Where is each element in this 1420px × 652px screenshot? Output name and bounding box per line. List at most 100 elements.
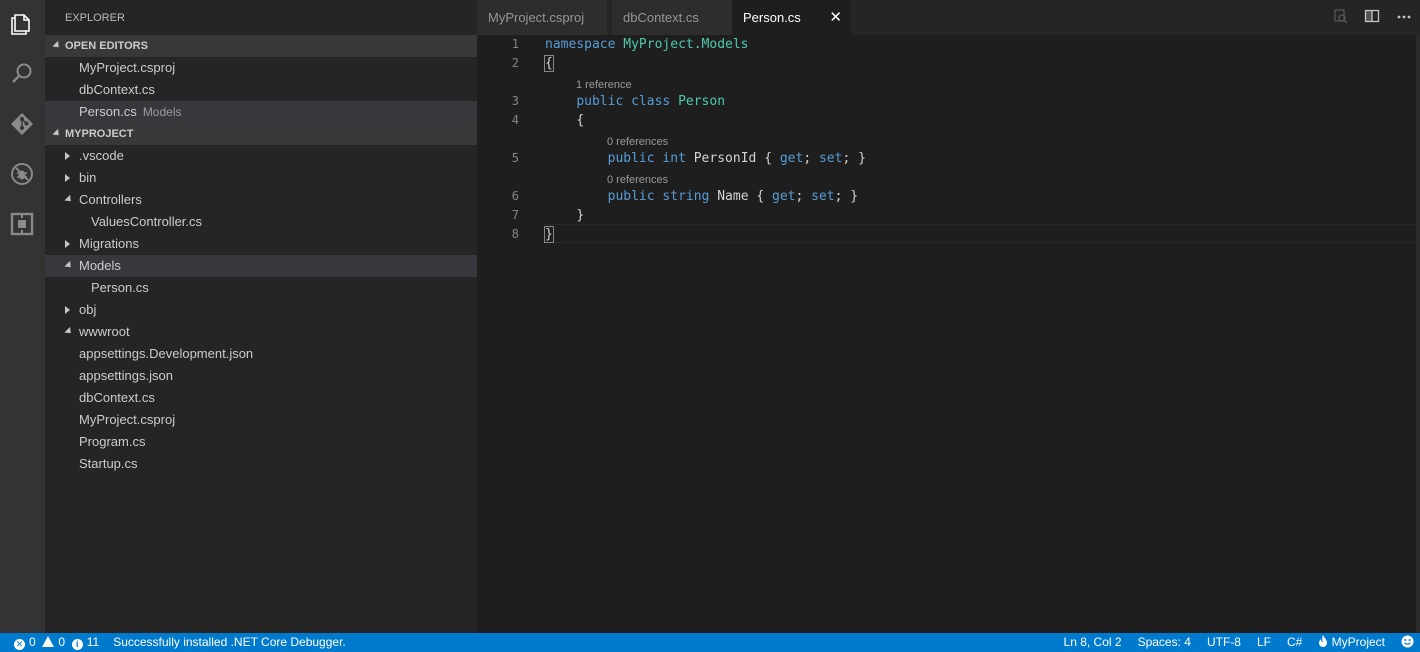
cursor-position[interactable]: Ln 8, Col 2	[1064, 633, 1122, 652]
keyword-token: public	[607, 151, 655, 166]
extensions-icon[interactable]	[6, 208, 38, 240]
explorer-icon[interactable]	[6, 8, 38, 40]
feedback-smiley-icon[interactable]	[1401, 633, 1414, 652]
tree-label: Controllers	[79, 192, 142, 207]
current-line-highlight	[545, 224, 1416, 243]
open-editors-label: OPEN EDITORS	[65, 40, 148, 52]
tab-myproject-csproj[interactable]: MyProject.csproj	[477, 0, 607, 35]
line-number: 4	[511, 113, 519, 127]
tree-folder[interactable]: .vscode	[45, 145, 477, 167]
codelens-references[interactable]: 0 references	[607, 174, 668, 186]
flame-icon	[1319, 635, 1328, 647]
error-count: 0	[29, 635, 36, 649]
editor-actions	[1324, 0, 1420, 35]
chevron-right-icon	[65, 240, 70, 248]
close-icon[interactable]: ✕	[829, 0, 842, 36]
punct-token: ;	[842, 151, 851, 166]
tab-label: MyProject.csproj	[488, 10, 585, 25]
tab-dbcontext[interactable]: dbContext.cs	[612, 0, 732, 35]
tree-label: bin	[79, 170, 97, 185]
open-editor-item[interactable]: dbContext.cs	[45, 79, 477, 101]
activity-bar	[0, 0, 45, 633]
tree-file[interactable]: ValuesController.cs	[45, 211, 477, 233]
tree-file[interactable]: Person.cs	[45, 277, 477, 299]
code-editor[interactable]: 1 namespace MyProject.Models 2 { 1 refer…	[477, 35, 1420, 633]
tree-label: Migrations	[79, 236, 139, 251]
tree-file[interactable]: dbContext.cs	[45, 387, 477, 409]
code-line: }	[544, 226, 554, 243]
editor-area: MyProject.csproj dbContext.cs Person.cs …	[477, 0, 1420, 633]
tab-person[interactable]: Person.cs ✕	[732, 0, 850, 35]
line-ending[interactable]: LF	[1257, 633, 1271, 652]
tree-folder[interactable]: Models	[45, 255, 477, 277]
tree-label: Person.cs	[91, 280, 149, 295]
keyword-token: public	[607, 189, 655, 204]
status-message: Successfully installed .NET Core Debugge…	[113, 635, 346, 649]
punct-token: ;	[795, 189, 804, 204]
line-number: 1	[511, 37, 519, 51]
brace-token: }	[858, 151, 866, 166]
problems-indicator[interactable]: ✕ 0 0 i 11	[14, 633, 99, 652]
tree-folder[interactable]: obj	[45, 299, 477, 321]
type-token: MyProject.Models	[623, 37, 749, 52]
tab-bar: MyProject.csproj dbContext.cs Person.cs …	[477, 0, 1420, 35]
project-header[interactable]: MYPROJECT	[45, 123, 477, 145]
keyword-token: get	[772, 189, 796, 204]
tree-folder[interactable]: Migrations	[45, 233, 477, 255]
error-icon: ✕	[14, 639, 25, 650]
project-selector[interactable]: MyProject	[1318, 633, 1385, 652]
line-number: 8	[511, 227, 519, 241]
tree-label: MyProject.csproj	[79, 412, 176, 427]
indentation[interactable]: Spaces: 4	[1138, 633, 1191, 652]
brace-token: {	[764, 151, 773, 166]
warning-icon	[42, 636, 55, 647]
tree-folder[interactable]: wwwroot	[45, 321, 477, 343]
encoding[interactable]: UTF-8	[1207, 633, 1241, 652]
brace-token: {	[576, 113, 585, 128]
scrollbar[interactable]	[1416, 35, 1420, 633]
line-number: 6	[511, 189, 519, 203]
codelens-references[interactable]: 1 reference	[576, 79, 632, 91]
tree-file[interactable]: appsettings.json	[45, 365, 477, 387]
open-editor-item[interactable]: Person.cs Models	[45, 101, 477, 123]
brace-token: }	[850, 189, 859, 204]
open-editors-header[interactable]: OPEN EDITORS	[45, 35, 477, 57]
codelens-references[interactable]: 0 references	[607, 136, 668, 148]
tree-label: .vscode	[79, 148, 124, 163]
keyword-token: namespace	[545, 37, 616, 52]
tree-file[interactable]: appsettings.Development.json	[45, 343, 477, 365]
tree-folder[interactable]: bin	[45, 167, 477, 189]
chevron-down-icon	[52, 40, 62, 51]
search-icon[interactable]	[6, 58, 38, 90]
split-editor-icon[interactable]	[1356, 8, 1388, 27]
tree-folder[interactable]: Controllers	[45, 189, 477, 211]
chevron-right-icon	[65, 174, 70, 182]
tab-label: Person.cs	[743, 10, 801, 25]
tree-file[interactable]: MyProject.csproj	[45, 409, 477, 431]
keyword-token: string	[662, 189, 710, 204]
open-changes-icon[interactable]	[1324, 8, 1356, 27]
tree-label: wwwroot	[79, 324, 130, 339]
open-editor-item[interactable]: MyProject.csproj	[45, 57, 477, 79]
debug-icon[interactable]	[6, 158, 38, 190]
more-actions-icon[interactable]	[1388, 8, 1420, 27]
keyword-token: set	[818, 151, 843, 166]
git-icon[interactable]	[6, 108, 38, 140]
tree-file[interactable]: Startup.cs	[45, 453, 477, 475]
tree-label: appsettings.Development.json	[79, 346, 254, 361]
line-number: 5	[511, 151, 519, 165]
tree-file[interactable]: Program.cs	[45, 431, 477, 453]
line-number: 3	[511, 94, 519, 108]
info-icon: i	[71, 639, 83, 650]
identifier-token: Name	[717, 189, 749, 204]
punct-token: ;	[803, 151, 812, 166]
tree-label: ValuesController.cs	[91, 214, 203, 229]
language-mode[interactable]: C#	[1287, 633, 1302, 652]
code-line: }	[545, 208, 584, 223]
keyword-token: class	[631, 94, 671, 109]
bracket-match: }	[544, 226, 554, 243]
code-line: public string Name { get; set; }	[545, 189, 859, 204]
brace-token: {	[756, 189, 765, 204]
keyword-token: public	[576, 94, 624, 109]
chevron-right-icon	[65, 306, 70, 314]
